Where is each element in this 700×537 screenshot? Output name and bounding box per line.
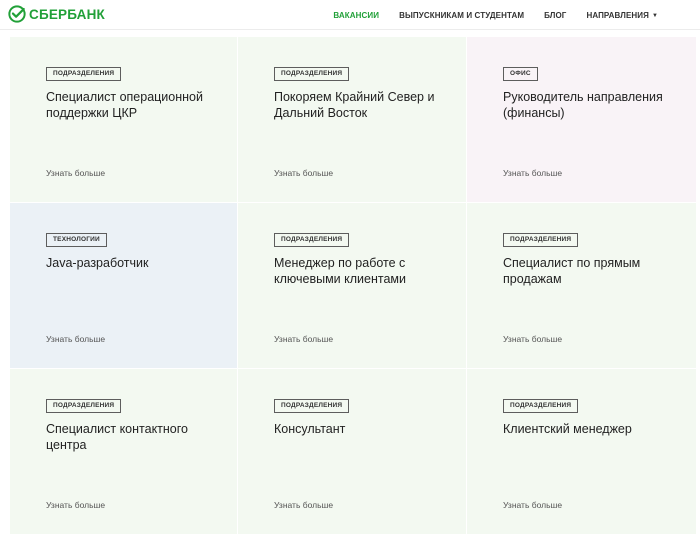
learn-more-link[interactable]: Узнать больше [503,334,562,344]
vacancy-title: Специалист контактного центра [46,422,188,452]
learn-more-link[interactable]: Узнать больше [274,500,333,510]
vacancy-grid: ПОДРАЗДЕЛЕНИЯ Специалист операционной по… [10,37,697,535]
learn-more-link[interactable]: Узнать больше [274,168,333,178]
nav-graduates-students[interactable]: ВЫПУСКНИКАМ И СТУДЕНТАМ [399,11,524,20]
vacancy-title: Покоряем Крайний Север и Дальний Восток [274,90,435,120]
chevron-down-icon: ▼ [651,12,658,19]
category-tag: ТЕХНОЛОГИИ [46,233,107,247]
learn-more-link[interactable]: Узнать больше [46,168,105,178]
learn-more-link[interactable]: Узнать больше [503,500,562,510]
vacancy-card[interactable]: ПОДРАЗДЕЛЕНИЯ Клиентский менеджер Узнать… [467,369,697,535]
category-tag: ПОДРАЗДЕЛЕНИЯ [274,233,350,247]
nav-directions[interactable]: НАПРАВЛЕНИЯ ▼ [586,11,658,20]
category-tag: ПОДРАЗДЕЛЕНИЯ [46,67,122,81]
vacancy-title: Руководитель направления (финансы) [503,90,663,120]
logo-text: СБЕРБАНК [29,6,105,22]
vacancy-card[interactable]: ПОДРАЗДЕЛЕНИЯ Менеджер по работе с ключе… [238,203,467,369]
category-tag: ПОДРАЗДЕЛЕНИЯ [503,233,579,247]
nav-blog[interactable]: БЛОГ [544,11,566,20]
category-tag: ПОДРАЗДЕЛЕНИЯ [274,399,350,413]
category-tag: ПОДРАЗДЕЛЕНИЯ [274,67,350,81]
sberbank-logo[interactable]: СБЕРБАНК [8,5,105,23]
vacancy-title: Java-разработчик [46,256,149,270]
vacancy-card[interactable]: ОФИС Руководитель направления (финансы) … [467,37,697,203]
vacancy-card[interactable]: ПОДРАЗДЕЛЕНИЯ Специалист контактного цен… [10,369,238,535]
learn-more-link[interactable]: Узнать больше [503,168,562,178]
vacancy-card[interactable]: ПОДРАЗДЕЛЕНИЯ Консультант Узнать больше [238,369,467,535]
main-nav: ВАКАНСИИ ВЫПУСКНИКАМ И СТУДЕНТАМ БЛОГ НА… [333,9,700,21]
nav-vacancies[interactable]: ВАКАНСИИ [333,11,379,20]
vacancy-card[interactable]: ПОДРАЗДЕЛЕНИЯ Покоряем Крайний Север и Д… [238,37,467,203]
learn-more-link[interactable]: Узнать больше [46,500,105,510]
category-tag: ОФИС [503,67,538,81]
nav-directions-label: НАПРАВЛЕНИЯ [586,10,649,20]
category-tag: ПОДРАЗДЕЛЕНИЯ [503,399,579,413]
vacancy-card[interactable]: ПОДРАЗДЕЛЕНИЯ Специалист операционной по… [10,37,238,203]
vacancy-title: Менеджер по работе с ключевыми клиентами [274,256,406,286]
learn-more-link[interactable]: Узнать больше [46,334,105,344]
category-tag: ПОДРАЗДЕЛЕНИЯ [46,399,122,413]
vacancy-card[interactable]: ПОДРАЗДЕЛЕНИЯ Специалист по прямым прода… [467,203,697,369]
site-header: СБЕРБАНК ВАКАНСИИ ВЫПУСКНИКАМ И СТУДЕНТА… [0,0,700,30]
vacancy-title: Клиентский менеджер [503,422,632,436]
vacancy-title: Консультант [274,422,346,436]
sberbank-logo-icon [8,5,26,23]
vacancy-title: Специалист операционной поддержки ЦКР [46,90,203,120]
vacancy-title: Специалист по прямым продажам [503,256,641,286]
learn-more-link[interactable]: Узнать больше [274,334,333,344]
vacancy-card[interactable]: ТЕХНОЛОГИИ Java-разработчик Узнать больш… [10,203,238,369]
